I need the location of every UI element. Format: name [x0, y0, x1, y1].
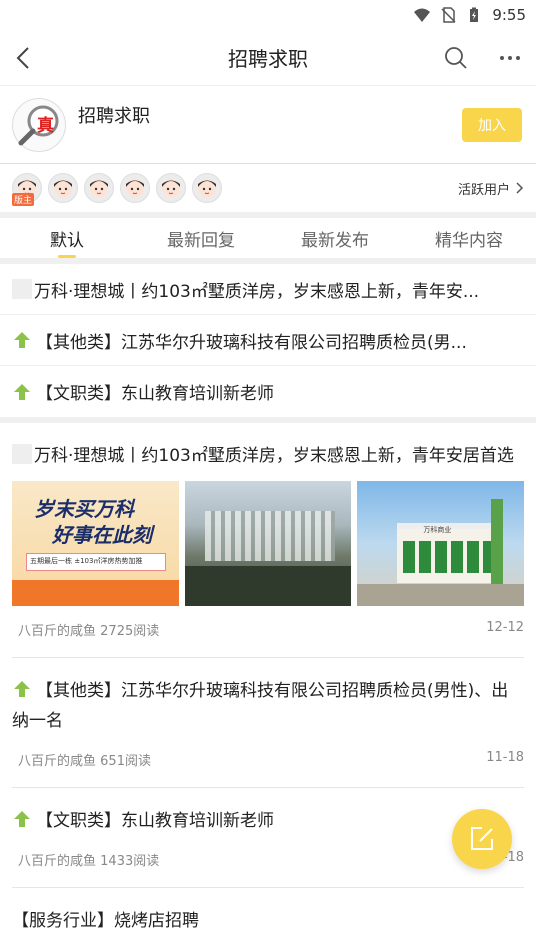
shop-sign: 万科商业	[423, 526, 452, 534]
tab-bar: 默认 最新回复 最新发布 精华内容	[0, 218, 536, 264]
read-count: 2725阅读	[100, 624, 160, 639]
pinned-item[interactable]: 万科·理想城丨约103㎡墅质洋房，岁末感恩上新，青年安...	[0, 264, 536, 315]
post-item[interactable]: 万科·理想城丨约103㎡墅质洋房，岁末感恩上新，青年安居首选 岁末买万科 好事在…	[0, 423, 536, 658]
more-icon[interactable]	[498, 46, 522, 70]
up-arrow-icon	[14, 811, 30, 827]
post-item[interactable]: 【其他类】江苏华尔升玻璃科技有限公司招聘质检员(男性)、出纳一名 八百斤的咸鱼 …	[0, 658, 536, 788]
search-icon[interactable]	[444, 46, 468, 70]
ad-subheadline: 好事在此刻	[52, 523, 152, 547]
tab-3[interactable]: 精华内容	[402, 218, 536, 258]
forum-logo: 真	[12, 97, 66, 152]
read-count: 1433阅读	[100, 854, 160, 869]
post-date: 11-18	[486, 750, 524, 765]
battery-charging-icon	[470, 7, 479, 22]
post-item[interactable]: 【服务行业】烧烤店招聘	[0, 888, 536, 936]
post-images: 岁末买万科 好事在此刻 五期最后一栋 ±103㎡洋房热势加推 万科商业	[12, 481, 525, 606]
tab-0[interactable]: 默认	[0, 218, 134, 258]
status-time: 9:55	[492, 6, 526, 24]
post-meta: 八百斤的咸鱼 651阅读 11-18	[12, 736, 524, 788]
active-users-link[interactable]: 活跃用户	[458, 179, 524, 198]
pinned-item[interactable]: 【其他类】江苏华尔升玻璃科技有限公司招聘质检员(男...	[0, 315, 536, 366]
placeholder-icon	[12, 279, 32, 299]
moderator-badge: 版主	[12, 193, 35, 206]
avatar[interactable]	[192, 173, 222, 203]
author: 八百斤的咸鱼	[18, 754, 97, 769]
pinned-item[interactable]: 【文职类】东山教育培训新老师	[0, 366, 536, 417]
ad-headline: 岁末买万科	[34, 497, 134, 521]
compose-button[interactable]	[452, 809, 512, 869]
nav-bar: 招聘求职	[0, 30, 536, 86]
ad-caption: 五期最后一栋 ±103㎡洋房热势加推	[30, 557, 143, 565]
avatar[interactable]	[156, 173, 186, 203]
post-title: 【文职类】东山教育培训新老师	[12, 806, 524, 836]
user-face-icon	[198, 179, 216, 197]
user-face-icon	[162, 179, 180, 197]
pinned-list: 万科·理想城丨约103㎡墅质洋房，岁末感恩上新，青年安... 【其他类】江苏华尔升…	[0, 264, 536, 423]
author: 八百斤的咸鱼	[18, 624, 97, 639]
avatar[interactable]: 版主	[12, 173, 42, 206]
aerial-image[interactable]	[184, 481, 352, 606]
chevron-right-icon	[516, 182, 524, 194]
tab-2[interactable]: 最新发布	[268, 218, 402, 258]
shop-image[interactable]: 万科商业	[357, 481, 525, 606]
user-face-icon	[90, 179, 108, 197]
author: 八百斤的咸鱼	[18, 854, 97, 869]
up-arrow-icon	[14, 681, 30, 697]
user-face-icon	[126, 179, 144, 197]
forum-name: 招聘求职	[78, 106, 150, 127]
post-meta: 八百斤的咸鱼 2725阅读 12-12	[12, 606, 524, 658]
placeholder-icon	[12, 444, 32, 464]
avatar[interactable]	[84, 173, 114, 203]
avatar-list: 版主	[12, 173, 458, 206]
join-button[interactable]: 加入	[462, 107, 522, 142]
active-users-label: 活跃用户	[457, 182, 510, 198]
up-arrow-icon	[14, 332, 30, 348]
pinned-title: 【文职类】东山教育培训新老师	[36, 384, 274, 404]
post-meta: 八百斤的咸鱼 1433阅读 08-18	[12, 836, 524, 888]
no-sim-icon	[441, 7, 456, 23]
wifi-icon	[414, 8, 431, 22]
pinned-title: 万科·理想城丨约103㎡墅质洋房，岁末感恩上新，青年安...	[34, 281, 480, 302]
post-title: 【其他类】江苏华尔升玻璃科技有限公司招聘质检员(男性)、出纳一名	[12, 681, 509, 731]
up-arrow-icon	[14, 383, 30, 400]
post-title: 【服务行业】烧烤店招聘	[12, 911, 199, 931]
active-users-row: 版主 活跃用户	[0, 164, 536, 218]
post-list: 万科·理想城丨约103㎡墅质洋房，岁末感恩上新，青年安居首选 岁末买万科 好事在…	[0, 423, 536, 936]
logo-char: 真	[37, 115, 54, 136]
post-date: 12-12	[486, 620, 524, 635]
pinned-title: 【其他类】江苏华尔升玻璃科技有限公司招聘质检员(男...	[36, 332, 467, 353]
forum-header: 真 招聘求职 加入	[0, 86, 536, 164]
avatar[interactable]	[120, 173, 150, 203]
status-bar: 9:55	[0, 0, 536, 30]
read-count: 651阅读	[100, 754, 151, 769]
avatar[interactable]	[48, 173, 78, 203]
back-arrow-icon[interactable]	[14, 46, 34, 70]
user-face-icon	[54, 179, 72, 197]
ad-image[interactable]: 岁末买万科 好事在此刻 五期最后一栋 ±103㎡洋房热势加推	[12, 481, 179, 606]
post-title: 万科·理想城丨约103㎡墅质洋房，岁末感恩上新，青年安居首选	[12, 441, 524, 471]
tab-1[interactable]: 最新回复	[134, 218, 268, 258]
edit-icon	[471, 827, 493, 850]
